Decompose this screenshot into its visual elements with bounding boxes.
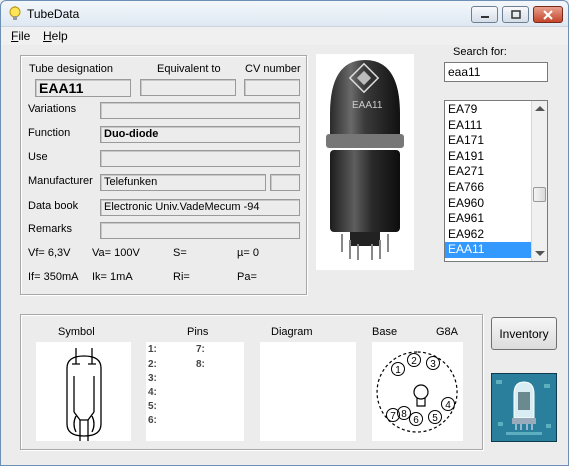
use-field[interactable]: [100, 150, 300, 167]
menu-bar: File Help: [1, 27, 568, 45]
scroll-thumb[interactable]: [533, 187, 546, 202]
equivalent-field[interactable]: [140, 79, 236, 96]
tube-photo: EAA11: [316, 54, 414, 270]
remarks-field[interactable]: [100, 222, 300, 239]
list-scrollbar[interactable]: [531, 101, 547, 261]
param-ik: Ik= 1mA: [92, 271, 133, 283]
close-button[interactable]: [533, 6, 563, 23]
pins-box: 1: 2: 3: 4: 5: 6: 7: 8:: [146, 342, 244, 441]
tube-designation-field[interactable]: EAA11: [35, 79, 131, 97]
base-pin-label: 4: [445, 400, 451, 411]
base-label: Base: [372, 326, 398, 338]
variations-label: Variations: [28, 103, 77, 115]
pin-label: 4:: [148, 387, 157, 398]
base-pinout-diagram: 1 2 3 4 5 6 7 8: [376, 351, 458, 433]
inventory-button[interactable]: Inventory: [491, 317, 557, 350]
base-pin-label: 7: [390, 411, 396, 422]
pin-label: 6:: [148, 415, 157, 426]
diagram-box: [260, 342, 356, 441]
cv-number-field[interactable]: [244, 79, 300, 96]
cv-number-label: CV number: [245, 63, 301, 75]
tube-photo-image: EAA11: [326, 60, 404, 260]
app-logo: [491, 373, 557, 442]
pin-label: 5:: [148, 401, 157, 412]
base-box: 1 2 3 4 5 6 7 8: [372, 342, 463, 441]
minimize-icon: [480, 15, 489, 18]
window-title: TubeData: [27, 7, 80, 21]
base-pin-label: 3: [430, 359, 436, 370]
menu-file[interactable]: File: [11, 29, 30, 43]
use-label: Use: [28, 151, 48, 163]
function-field[interactable]: Duo-diode: [100, 126, 300, 143]
scroll-down-arrow-icon[interactable]: [535, 251, 545, 256]
databook-label: Data book: [28, 200, 79, 212]
search-label: Search for:: [453, 46, 507, 58]
menu-file-rest: ile: [18, 29, 31, 43]
databook-field[interactable]: Electronic Univ.VadeMecum -94: [100, 199, 300, 216]
pin-label: 7:: [196, 344, 205, 355]
base-pin-label: 1: [395, 365, 401, 376]
diagram-label: Diagram: [271, 326, 313, 338]
symbol-label: Symbol: [58, 326, 95, 338]
param-ri: Ri=: [173, 271, 190, 283]
title-bar: TubeData: [1, 1, 568, 27]
lightbulb-icon: [9, 6, 21, 20]
base-pin-label: 2: [411, 356, 417, 367]
tube-logo-icon: [492, 374, 556, 441]
results-list[interactable]: EA79 EA111 EA171 EA191 EA271 EA766 EA960…: [444, 100, 548, 262]
param-vf: Vf= 6,3V: [28, 247, 71, 259]
tube-marking: EAA11: [352, 100, 383, 111]
param-if: If= 350mA: [28, 271, 79, 283]
pin-label: 2:: [148, 359, 157, 370]
search-input[interactable]: eaa11: [444, 62, 548, 82]
menu-help-rest: elp: [51, 29, 68, 43]
scroll-up-arrow-icon[interactable]: [535, 106, 545, 111]
manufacturer-field[interactable]: Telefunken: [100, 174, 266, 191]
param-s: S=: [173, 247, 187, 259]
base-type-label: G8A: [436, 326, 459, 338]
equivalent-label: Equivalent to: [157, 63, 221, 75]
pins-label: Pins: [187, 326, 209, 338]
menu-help[interactable]: Help: [43, 29, 68, 43]
symbol-box: [36, 342, 131, 441]
function-label: Function: [28, 127, 71, 139]
variations-field[interactable]: [100, 102, 300, 119]
param-pa: Pa=: [237, 271, 257, 283]
maximize-icon: [510, 10, 521, 19]
manufacturer-extra-field[interactable]: [270, 174, 300, 191]
pin-label: 8:: [196, 359, 205, 370]
maximize-button[interactable]: [502, 6, 529, 23]
param-mu: µ= 0: [237, 247, 259, 259]
app-window: TubeData File Help Tube designation Equi…: [0, 0, 569, 466]
base-pin-label: 6: [413, 415, 419, 426]
param-va: Va= 100V: [92, 247, 140, 259]
manufacturer-label: Manufacturer: [28, 175, 93, 187]
remarks-label: Remarks: [28, 223, 73, 235]
base-pin-label: 8: [401, 409, 407, 420]
tube-designation-label: Tube designation: [29, 63, 113, 75]
base-pin-label: 5: [432, 413, 438, 424]
close-icon: [543, 9, 553, 20]
tube-symbol-diagram: [66, 348, 102, 441]
pin-label: 1:: [148, 344, 157, 355]
minimize-button[interactable]: [471, 6, 498, 23]
pin-label: 3:: [148, 373, 157, 384]
list-item-selected[interactable]: EAA11: [445, 242, 531, 258]
